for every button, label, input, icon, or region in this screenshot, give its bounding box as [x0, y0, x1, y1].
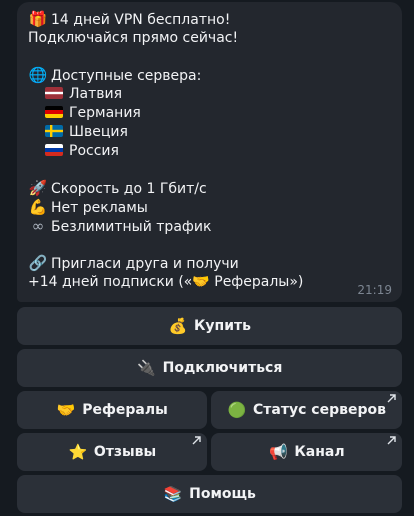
books-icon: 📚: [163, 485, 183, 503]
bot-message-bubble: 🎁 14 дней VPN бесплатно! Подключайся прям…: [17, 2, 402, 302]
referrals-button-label: Рефералы: [82, 402, 168, 418]
external-link-arrow-icon: [387, 436, 396, 445]
plug-icon: 🔌: [137, 359, 156, 377]
server-item-latvia: Латвия: [28, 85, 390, 104]
globe-icon: 🌐: [28, 66, 48, 85]
flexed-biceps-icon: 💪: [28, 197, 48, 216]
latvia-flag-icon: [45, 87, 63, 100]
message-line: 🔗 Пригласи друга и получи: [28, 254, 239, 273]
external-link-arrow-icon: [387, 394, 396, 403]
buy-button[interactable]: 💰 Купить: [17, 307, 402, 345]
green-circle-icon: 🟢: [227, 401, 247, 419]
message-line: Подключайся прямо сейчас!: [28, 29, 239, 46]
server-status-button[interactable]: 🟢 Статус серверов: [211, 391, 402, 429]
sweden-flag-icon: [45, 124, 63, 137]
channel-button[interactable]: 📢 Канал: [211, 433, 402, 471]
message-line: +14 дней подписки («🤝 Рефералы»): [28, 274, 304, 291]
message-line: ∞ Безлимитный трафик: [28, 217, 390, 236]
server-item-germany: Германия: [28, 104, 390, 123]
handshake-icon: 🤝: [56, 401, 76, 419]
russia-flag-icon: [45, 143, 63, 156]
star-icon: ⭐: [68, 443, 88, 461]
server-item-russia: Россия: [28, 142, 390, 161]
link-icon: 🔗: [28, 254, 48, 273]
connect-button[interactable]: 🔌 Подключиться: [17, 349, 402, 387]
server-status-button-label: Статус серверов: [253, 402, 386, 418]
rocket-icon: 🚀: [28, 179, 48, 198]
gift-icon: 🎁: [28, 10, 48, 28]
money-bag-icon: 💰: [168, 317, 188, 335]
germany-flag-icon: [45, 105, 63, 118]
infinity-icon: ∞: [31, 216, 45, 235]
message-line: 🎁 14 дней VPN бесплатно!: [28, 10, 231, 28]
connect-button-label: Подключиться: [162, 360, 283, 376]
help-button[interactable]: 📚 Помощь: [17, 475, 402, 513]
reviews-button[interactable]: ⭐ Отзывы: [17, 433, 207, 471]
external-link-arrow-icon: [192, 436, 201, 445]
message-line: 🚀 Скорость до 1 Гбит/с: [28, 179, 207, 198]
reviews-button-label: Отзывы: [93, 444, 157, 460]
buy-button-label: Купить: [193, 318, 252, 334]
server-item-sweden: Швеция: [28, 123, 390, 142]
message-line: 🌐 Доступные сервера:: [28, 66, 202, 85]
message-line: 💪 Нет рекламы: [28, 197, 148, 216]
megaphone-icon: 📢: [269, 443, 288, 461]
message-time: 21:19: [357, 283, 392, 297]
channel-button-label: Канал: [294, 444, 345, 460]
referrals-button[interactable]: 🤝 Рефералы: [17, 391, 207, 429]
help-button-label: Помощь: [189, 486, 256, 502]
